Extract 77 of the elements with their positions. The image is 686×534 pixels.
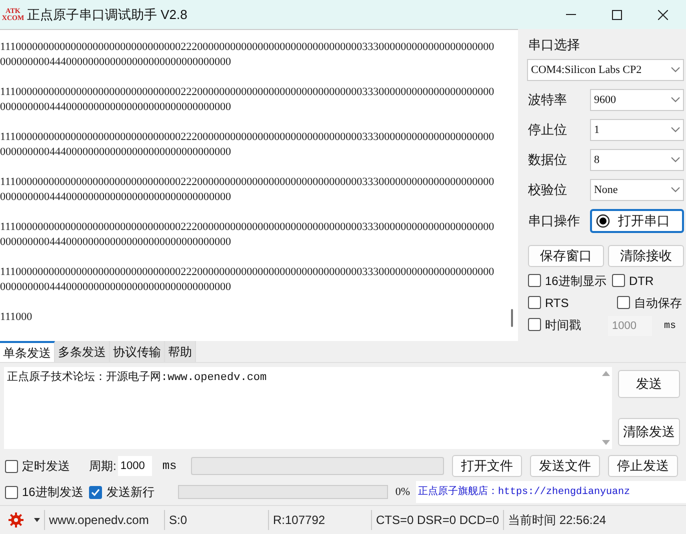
checkbox[interactable]	[528, 296, 541, 309]
option-label: 16进制显示	[544, 272, 606, 290]
period-label: 周期:	[89, 458, 116, 475]
chevron-down-icon	[671, 187, 680, 193]
received-line: 111000000000000000000000000000000222000000000000000000000000000000333000000000000000000000	[0, 175, 496, 190]
operation-label: 串口操作	[528, 212, 581, 230]
chevron-down-icon	[671, 157, 680, 163]
scrollbar-thumb[interactable]	[510, 309, 513, 327]
received-line: 000000000444000000000000000000000000000000	[0, 55, 232, 70]
status-text: 当前时间 22:56:24	[503, 510, 610, 530]
setting-label: 校验位	[528, 181, 568, 200]
received-line: 000000000444000000000000000000000000000000	[0, 280, 232, 295]
tab[interactable]: 单条发送	[0, 341, 55, 362]
setting-select[interactable]: 9600	[590, 89, 684, 111]
received-line: 000000000444000000000000000000000000000000	[0, 145, 232, 160]
status-text: S:0	[164, 510, 268, 530]
received-line: 000000000444000000000000000000000000000000	[0, 100, 232, 115]
chevron-down-icon	[671, 127, 680, 133]
status-text: R:107792	[268, 510, 371, 530]
setting-label: 数据位	[528, 151, 568, 170]
period-field[interactable]: 1000	[118, 456, 152, 476]
file-button[interactable]: 停止发送	[608, 455, 678, 477]
setting-label: 停止位	[528, 121, 568, 140]
file-button[interactable]: 打开文件	[452, 455, 522, 477]
tab[interactable]: 多条发送	[55, 341, 110, 362]
send-button[interactable]: 清除发送	[618, 418, 680, 446]
port-select[interactable]: COM4:Silicon Labs CP2	[526, 59, 684, 81]
port-label: 串口选择	[528, 36, 581, 54]
checkbox[interactable]	[5, 486, 18, 498]
minimize-icon	[566, 14, 576, 15]
receive-button[interactable]: 清除接收	[608, 245, 684, 267]
option-label: 自动保存	[634, 294, 682, 312]
open-port-button[interactable]: 打开串口	[590, 209, 684, 233]
received-line: 111000000000000000000000000000000222000000000000000000000000000000333000000000000000000000	[0, 265, 496, 280]
checkbox[interactable]	[5, 460, 18, 472]
radio-icon	[596, 214, 610, 228]
received-line: 000000000444000000000000000000000000000000	[0, 235, 232, 250]
option-label: RTS	[544, 294, 569, 312]
checkbox[interactable]	[528, 274, 541, 287]
status-text: www.openedv.com	[44, 510, 164, 530]
hex-send-label: 16进制发送	[22, 484, 84, 501]
setting-label: 波特率	[528, 91, 568, 110]
timed-send-label: 定时发送	[22, 458, 70, 475]
received-line: 000000000444000000000000000000000000000000	[0, 190, 232, 205]
file-path-field[interactable]	[190, 457, 444, 475]
store-link[interactable]: 正点原子旗舰店：https://zhengdianyuanz	[416, 481, 686, 503]
close-icon	[658, 10, 668, 20]
received-line: 111000000000000000000000000000000222000000000000000000000000000000333000000000000000000000	[0, 85, 496, 100]
option-label: DTR	[628, 272, 654, 290]
received-line: 111000000000000000000000000000000222000000000000000000000000000000333000000000000000000000	[0, 40, 496, 55]
checkbox[interactable]	[528, 318, 541, 331]
period-unit: ms	[162, 458, 177, 475]
chevron-down-icon	[671, 97, 680, 103]
chevron-down-icon	[671, 67, 680, 73]
received-line: 111000000000000000000000000000000222000000000000000000000000000000333000000000000000000000	[0, 130, 496, 145]
file-button[interactable]: 发送文件	[530, 455, 600, 477]
received-line: 111000	[0, 310, 34, 325]
progress-reading: 0%	[395, 484, 410, 500]
setting-select[interactable]: 1	[590, 119, 684, 141]
gear-icon[interactable]	[8, 512, 24, 528]
caret-icon[interactable]	[34, 518, 40, 522]
unit-label: ms	[664, 320, 676, 334]
window-title: 正点原子串口调试助手 V2.8	[27, 6, 188, 24]
receive-button[interactable]: 保存窗口	[528, 245, 604, 267]
send-button[interactable]: 发送	[618, 370, 680, 398]
received-line: 111000000000000000000000000000000222000000000000000000000000000000333000000000000000000000	[0, 220, 496, 235]
tab[interactable]: 帮助	[165, 341, 196, 362]
status-text: CTS=0 DSR=0 DCD=0	[371, 510, 503, 530]
newline-label: 发送新行	[106, 484, 154, 501]
checkbox[interactable]	[612, 274, 625, 287]
maximize-icon	[612, 10, 622, 20]
checkbox[interactable]	[89, 486, 102, 498]
setting-select[interactable]: None	[590, 179, 684, 201]
setting-select[interactable]: 8	[590, 149, 684, 171]
checkbox[interactable]	[617, 296, 630, 309]
tab[interactable]: 协议传输	[110, 341, 165, 362]
option-label: 时间戳	[544, 316, 581, 334]
